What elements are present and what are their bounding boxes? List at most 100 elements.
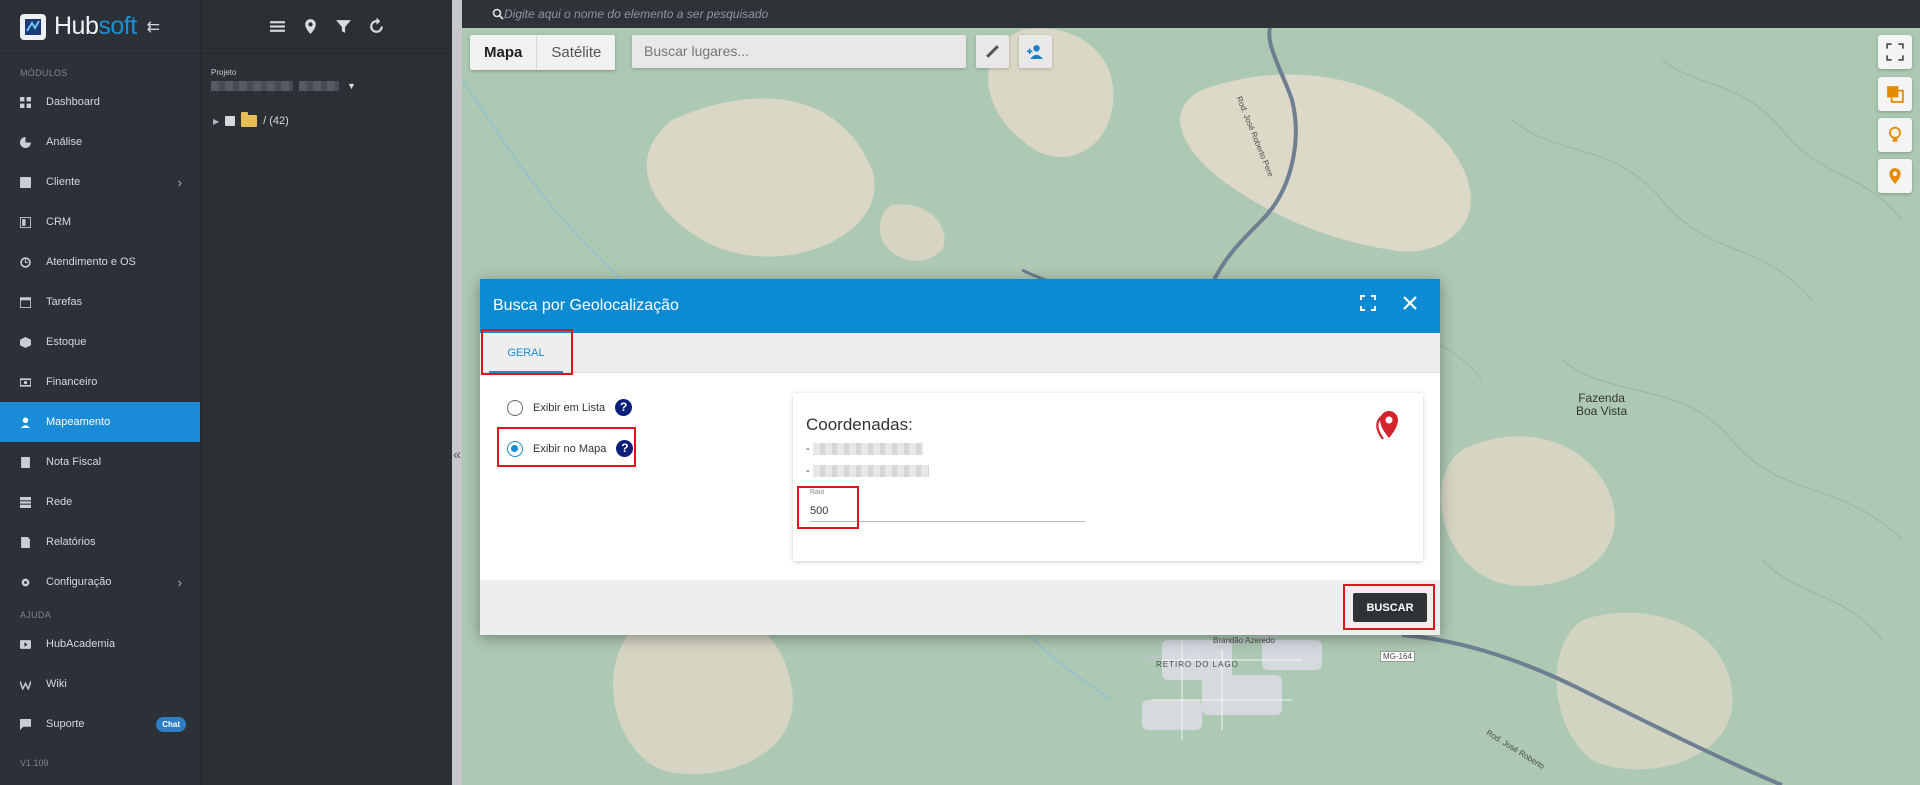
- project-select[interactable]: ▼: [211, 81, 452, 91]
- fullscreen-icon: [1886, 43, 1904, 61]
- location-button[interactable]: [1878, 159, 1912, 193]
- sidebar-item-label: Cliente: [46, 176, 81, 188]
- gear-icon: [20, 577, 31, 588]
- sidebar-item-atendimento[interactable]: Atendimento e OS: [0, 242, 200, 282]
- sidebar-item-suporte[interactable]: Suporte Chat: [0, 704, 200, 744]
- section-label-help: AJUDA: [20, 610, 52, 620]
- project-name-redacted: [211, 81, 293, 91]
- fullscreen-button[interactable]: [1878, 35, 1912, 69]
- layers-button[interactable]: [1878, 77, 1912, 111]
- chart-icon: [20, 136, 31, 148]
- option-map-row[interactable]: Exibir no Mapa ?: [507, 440, 634, 457]
- sidebar-item-wiki[interactable]: Wiki: [0, 664, 200, 704]
- project-toolbar: [201, 0, 452, 54]
- map-pin-icon: [1376, 411, 1398, 440]
- location-pin-icon[interactable]: [302, 18, 319, 35]
- latitude-redacted: [812, 443, 923, 455]
- option-map-label: Exibir no Mapa: [533, 442, 607, 455]
- tree-root-row[interactable]: ▶ / (42): [213, 112, 452, 127]
- project-panel: Projeto ▼ ▶ / (42): [200, 0, 452, 785]
- collapse-menu-icon[interactable]: ⇇: [147, 17, 160, 37]
- map-type-map-button[interactable]: Mapa: [470, 35, 538, 70]
- help-icon[interactable]: ?: [615, 399, 633, 416]
- latitude-sign: -: [806, 443, 810, 455]
- map-label-retiro: RETIRO DO LAGO: [1156, 660, 1239, 669]
- dashboard-icon: [20, 96, 31, 108]
- raio-label: Raio: [810, 489, 825, 496]
- dialog-header: Busca por Geolocalização: [480, 279, 1440, 333]
- buscar-button[interactable]: BUSCAR: [1353, 593, 1427, 622]
- sidebar-item-financeiro[interactable]: Financeiro: [0, 362, 200, 402]
- option-list-row[interactable]: Exibir em Lista ?: [507, 399, 633, 416]
- sidebar-item-crm[interactable]: CRM: [0, 202, 200, 242]
- refresh-icon[interactable]: [368, 18, 385, 35]
- sidebar-item-label: HubAcademia: [46, 638, 116, 650]
- chat-badge[interactable]: Chat: [156, 716, 186, 732]
- sidebar-item-rede[interactable]: Rede: [0, 482, 200, 522]
- add-user-icon: [1027, 45, 1043, 59]
- geolocation-search-dialog: Busca por Geolocalização GERAL Exibir em…: [480, 279, 1440, 635]
- ruler-button[interactable]: [976, 35, 1009, 68]
- contact-icon: [20, 176, 31, 188]
- dialog-tabs: GERAL: [480, 333, 1440, 373]
- dialog-body: Exibir em Lista ? Exibir no Mapa ? Coord…: [480, 373, 1440, 580]
- menu-icon[interactable]: [269, 18, 286, 35]
- sidebar-item-label: Mapeamento: [46, 416, 111, 428]
- sidebar-item-nota-fiscal[interactable]: Nota Fiscal: [0, 442, 200, 482]
- tab-geral[interactable]: GERAL: [489, 333, 563, 373]
- crm-icon: [20, 216, 31, 228]
- raio-input[interactable]: [810, 500, 1085, 522]
- network-icon: [20, 496, 31, 508]
- layers-icon: [1887, 86, 1904, 103]
- coordinates-card: Coordenadas: - - Raio: [793, 393, 1423, 561]
- sidebar-item-label: Dashboard: [46, 96, 100, 108]
- search-icon: [492, 8, 504, 20]
- element-search-placeholder: Digite aqui o nome do elemento a ser pes…: [504, 7, 769, 21]
- sidebar-item-configuracao[interactable]: Configuração ›: [0, 562, 200, 602]
- play-icon: [20, 639, 31, 650]
- report-icon: [20, 536, 31, 548]
- sidebar-item-label: Relatórios: [46, 536, 96, 548]
- tree-root-label: / (42): [263, 115, 289, 127]
- sidebar-item-analise[interactable]: Análise: [0, 122, 200, 162]
- sidebar-item-hubacademia[interactable]: HubAcademia: [0, 624, 200, 664]
- map-type-toggle: Mapa Satélite: [470, 35, 616, 70]
- radio-list[interactable]: [507, 399, 523, 416]
- element-search-bar[interactable]: Digite aqui o nome do elemento a ser pes…: [462, 0, 1920, 28]
- caret-down-icon[interactable]: ▼: [347, 81, 356, 91]
- sidebar-item-label: Financeiro: [46, 376, 98, 388]
- sidebar-item-estoque[interactable]: Estoque: [0, 322, 200, 362]
- ruler-icon: [986, 45, 999, 58]
- money-icon: [20, 377, 31, 388]
- filter-icon[interactable]: [335, 18, 352, 35]
- map-type-satellite-button[interactable]: Satélite: [537, 35, 615, 70]
- radio-map[interactable]: [507, 440, 523, 457]
- sidebar-item-dashboard[interactable]: Dashboard: [0, 82, 200, 122]
- clock-icon: [20, 256, 31, 268]
- sidebar-item-label: Nota Fiscal: [46, 456, 102, 468]
- longitude-redacted: [812, 465, 929, 477]
- chevron-right-icon: ›: [177, 174, 182, 190]
- tree-expand-icon[interactable]: ▶: [213, 117, 219, 126]
- lightbulb-button[interactable]: [1878, 118, 1912, 152]
- close-icon[interactable]: [1402, 295, 1418, 311]
- maximize-icon[interactable]: [1360, 295, 1376, 311]
- dialog-title: Busca por Geolocalização: [493, 297, 679, 314]
- sidebar-item-relatorios[interactable]: Relatórios: [0, 522, 200, 562]
- sidebar-item-label: Suporte: [46, 718, 85, 730]
- places-search-input[interactable]: [632, 35, 966, 68]
- sidebar-item-cliente[interactable]: Cliente ›: [0, 162, 200, 202]
- sidebar-item-label: Wiki: [46, 678, 67, 690]
- help-icon[interactable]: ?: [616, 440, 634, 457]
- map-label-fazenda: Fazenda Boa Vista: [1576, 391, 1628, 418]
- version-label: V1.109: [20, 758, 49, 768]
- lightbulb-icon: [1889, 126, 1901, 142]
- panel-splitter[interactable]: [452, 0, 462, 785]
- folder-icon: [241, 112, 258, 127]
- add-user-button[interactable]: [1019, 35, 1052, 68]
- sidebar-item-tarefas[interactable]: Tarefas: [0, 282, 200, 322]
- sidebar-item-label: Estoque: [46, 336, 87, 348]
- sidebar-item-mapeamento[interactable]: Mapeamento: [0, 402, 200, 442]
- tree-checkbox[interactable]: [225, 116, 236, 126]
- wiki-icon: [20, 679, 31, 690]
